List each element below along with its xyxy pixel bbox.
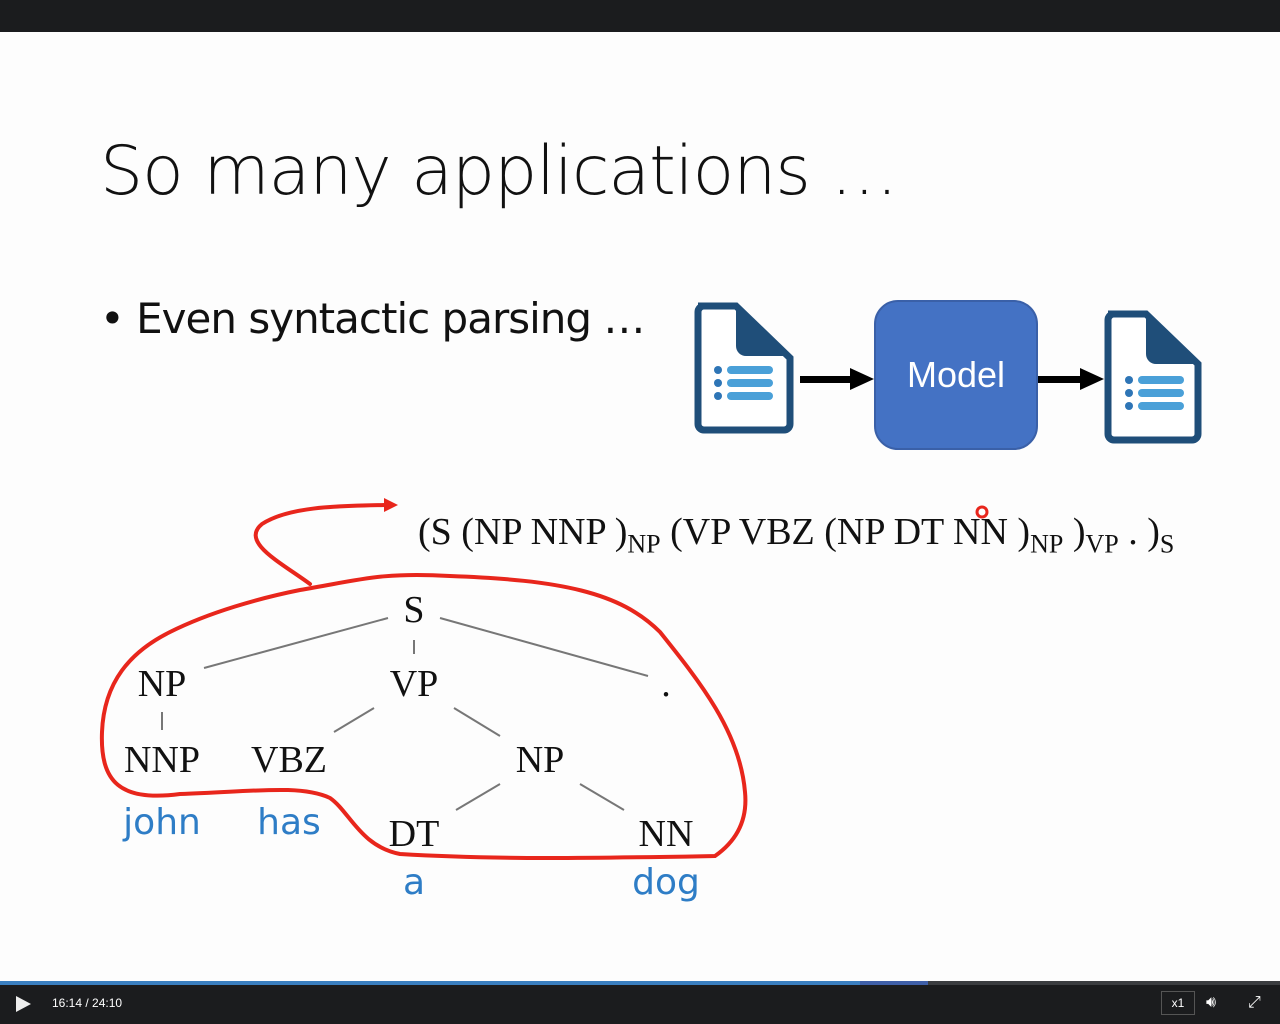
tree-word-has: has bbox=[257, 802, 321, 843]
speed-button[interactable]: x1 bbox=[1161, 991, 1195, 1015]
top-bar bbox=[0, 0, 1280, 32]
tree-node-vbz: VBZ bbox=[251, 739, 327, 781]
output-document-icon bbox=[1104, 310, 1202, 444]
tree-word-dog: dog bbox=[632, 862, 700, 903]
tree-node-np2: NP bbox=[515, 739, 565, 781]
bracketed-parse-formula: (S (NP NNP )NP (VP VBZ (NP DT NN )NP )VP… bbox=[418, 511, 1175, 559]
tree-node-nnp: NNP bbox=[123, 739, 201, 781]
model-box: Model bbox=[874, 300, 1038, 450]
tree-word-john: john bbox=[123, 802, 201, 843]
play-icon[interactable] bbox=[16, 996, 31, 1012]
tree-node-np: NP bbox=[137, 663, 187, 705]
fullscreen-icon[interactable]: ⤢ bbox=[1248, 994, 1261, 1012]
time-display: 16:14 / 24:10 bbox=[52, 996, 123, 1010]
tree-node-vp: VP bbox=[389, 663, 439, 705]
tree-node-period: . bbox=[661, 663, 671, 705]
slide: So many applications … • Even syntactic … bbox=[0, 32, 1280, 981]
tree-node-nn: NN bbox=[638, 813, 694, 855]
tree-word-a: a bbox=[402, 862, 426, 903]
input-document-icon bbox=[694, 302, 794, 434]
tree-edges bbox=[161, 617, 649, 811]
volume-icon[interactable]: 🔊︎ bbox=[1206, 994, 1216, 1012]
tree-node-s: S bbox=[403, 589, 425, 631]
tree-node-dt: DT bbox=[388, 813, 440, 855]
player-controls: 16:14 / 24:10 x1 🔊︎ ⤢ bbox=[0, 985, 1280, 1024]
